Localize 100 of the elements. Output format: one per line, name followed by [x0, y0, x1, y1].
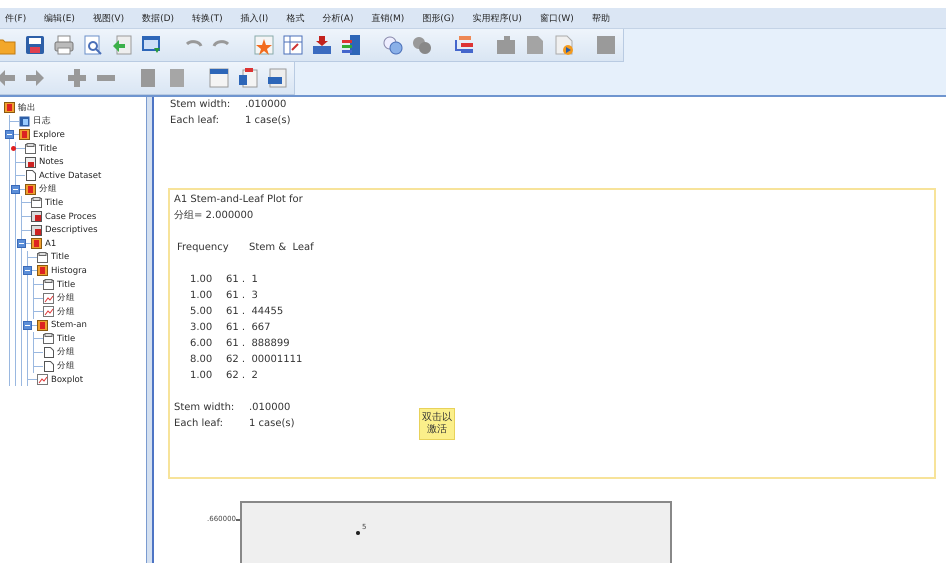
frequency-value: 5.00: [189, 305, 214, 320]
tree-item[interactable]: Boxplot: [51, 374, 84, 385]
download-table-icon[interactable]: [311, 34, 333, 56]
menu-item[interactable]: 直销(M): [362, 12, 414, 24]
variables-table-icon[interactable]: [340, 34, 362, 56]
window-table-icon[interactable]: [266, 67, 288, 89]
tree-item[interactable]: 分组: [57, 360, 75, 372]
menu-item[interactable]: 数据(D): [133, 12, 184, 24]
page-badge-icon[interactable]: [553, 34, 575, 56]
title-page-icon: [43, 333, 54, 344]
menu-item[interactable]: 件(F): [0, 12, 36, 24]
forward-arrow-icon[interactable]: [24, 67, 46, 89]
frequency-value: 6.00: [189, 337, 214, 352]
menu-item[interactable]: 实用程序(U): [463, 12, 531, 24]
tree-item[interactable]: Title: [57, 334, 76, 344]
menu-item[interactable]: 窗口(W): [530, 12, 583, 24]
book-icon: [25, 184, 36, 195]
each-leaf-value: 1 case(s): [249, 417, 295, 432]
outlier-point-icon: [356, 531, 360, 535]
title-page-icon: [31, 197, 42, 208]
square-icon[interactable]: [595, 34, 617, 56]
tree-item[interactable]: Active Dataset: [39, 170, 102, 181]
stem-leaf-value: 61 . 1: [226, 273, 258, 288]
book-icon: [4, 102, 15, 114]
frequency-value: 1.00: [189, 369, 214, 384]
book-icon: [37, 265, 48, 276]
collapse-icon[interactable]: [23, 320, 32, 330]
stem-width-label: Stem width:: [174, 401, 236, 416]
tree-item[interactable]: Explore: [33, 130, 65, 140]
collapse-icon[interactable]: [11, 184, 20, 194]
collapse-icon[interactable]: [23, 266, 32, 276]
pane-splitter[interactable]: [146, 97, 154, 563]
stem-leaf-value: 61 . 3: [226, 289, 258, 304]
activate-tooltip: 双击以激活: [419, 408, 455, 440]
plus-icon[interactable]: [66, 67, 88, 89]
tick-mark-icon: [236, 519, 240, 521]
stem-leaf-value: 61 . 44455: [226, 305, 284, 320]
tree-item[interactable]: 日志: [33, 115, 51, 128]
table-icon: [31, 224, 42, 236]
tree-item[interactable]: Case Proces: [45, 212, 96, 222]
menu-item[interactable]: 格式: [277, 12, 314, 24]
title-page-icon[interactable]: [237, 67, 259, 89]
page-icon: [25, 170, 36, 182]
floppy-icon[interactable]: [24, 34, 46, 56]
star-table-icon[interactable]: [253, 34, 275, 56]
stem-leaf-value: 62 . 00001111: [226, 353, 302, 368]
tree-item[interactable]: Stem-an: [51, 320, 87, 330]
title-page-icon: [25, 143, 36, 154]
tree-item[interactable]: A1: [45, 238, 56, 249]
hierarchy-icon[interactable]: [453, 34, 475, 56]
menu-item[interactable]: 视图(V): [84, 12, 134, 24]
page-icon: [43, 360, 54, 372]
each-leaf-label: Each leaf:: [174, 417, 224, 432]
collapse-icon[interactable]: [17, 239, 26, 248]
tree-item[interactable]: Title: [45, 198, 64, 208]
menu-item[interactable]: 转换(T): [183, 12, 232, 24]
book-icon: [19, 129, 30, 140]
table-chart-icon[interactable]: [282, 34, 304, 56]
tree-item[interactable]: 分组: [57, 306, 75, 318]
tree-item[interactable]: Title: [57, 280, 76, 290]
column-header: Stem & Leaf: [249, 241, 314, 256]
tree-item[interactable]: 分组: [57, 346, 75, 358]
each-leaf-value: 1 case(s): [245, 114, 291, 128]
window-icon[interactable]: [208, 67, 230, 89]
puzzle-icon[interactable]: [495, 34, 517, 56]
tree-item[interactable]: Descriptives: [45, 225, 98, 236]
frequency-value: 8.00: [189, 353, 214, 368]
menu-item[interactable]: 图形(G): [413, 12, 464, 24]
export-arrow-icon[interactable]: [111, 34, 133, 56]
each-leaf-label: Each leaf:: [170, 114, 220, 128]
menu-item[interactable]: 分析(A): [313, 12, 362, 24]
overlap-circles-icon[interactable]: [382, 34, 404, 56]
tree-item[interactable]: Title: [51, 252, 70, 262]
book-icon: [37, 320, 48, 331]
book-icon: [31, 238, 42, 250]
tree-item[interactable]: 输出: [18, 102, 36, 114]
tree-item[interactable]: Histogra: [51, 266, 87, 276]
chart-icon: [43, 292, 54, 304]
collapse-icon[interactable]: [5, 130, 14, 140]
tree-item[interactable]: 分组: [57, 292, 75, 304]
chart-icon: [37, 374, 48, 386]
frequency-value: 1.00: [189, 289, 214, 304]
table-icon: [31, 211, 42, 222]
page-icon: [43, 346, 54, 358]
tree-item[interactable]: Title: [39, 144, 58, 154]
menu-item[interactable]: 帮助: [582, 12, 619, 24]
column-header: Frequency: [176, 241, 230, 256]
print-preview-icon[interactable]: [82, 34, 104, 56]
stem-leaf-value: 61 . 667: [226, 321, 271, 336]
tree-item[interactable]: 分组: [39, 183, 57, 196]
frequency-value: 3.00: [189, 321, 214, 336]
stem-leaf-value: 62 . 2: [226, 369, 258, 384]
filled-circles-icon[interactable]: [411, 34, 433, 56]
stem-width-value: .010000: [245, 98, 286, 112]
title-page-icon: [37, 252, 48, 263]
menu-item[interactable]: 插入(I): [232, 12, 278, 24]
title-page-icon: [43, 279, 54, 290]
menu-item[interactable]: 编辑(E): [35, 12, 84, 24]
printer-icon[interactable]: [53, 34, 75, 56]
tree-item[interactable]: Notes: [39, 157, 64, 168]
